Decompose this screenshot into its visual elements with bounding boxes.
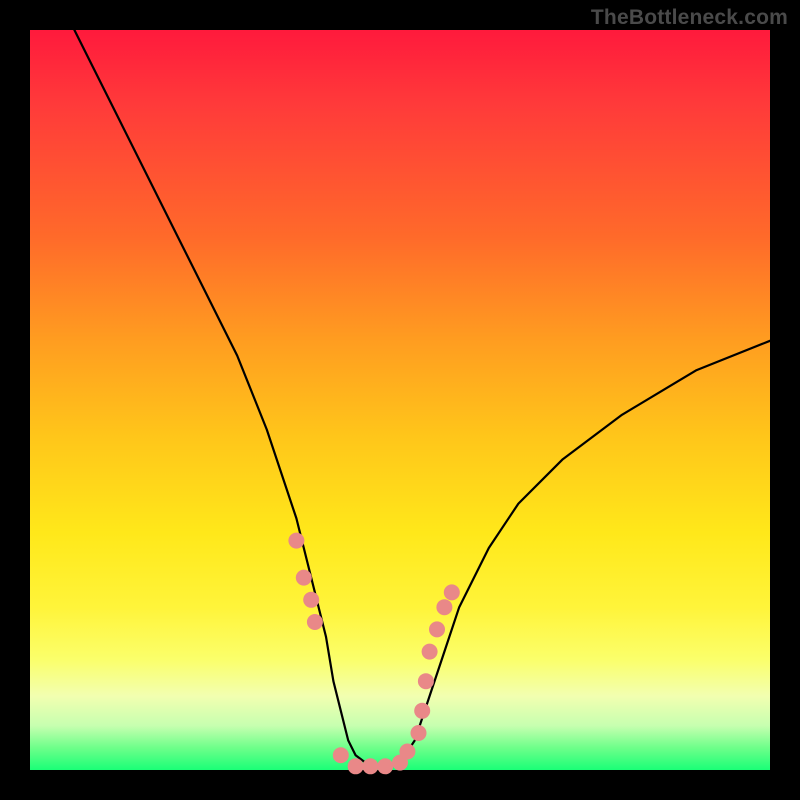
highlight-dot xyxy=(296,570,312,586)
chart-svg xyxy=(30,30,770,770)
highlight-dot xyxy=(429,621,445,637)
highlight-dot xyxy=(307,614,323,630)
highlight-dot xyxy=(414,703,430,719)
highlight-dot xyxy=(288,533,304,549)
highlight-dot xyxy=(333,747,349,763)
chart-frame: TheBottleneck.com xyxy=(0,0,800,800)
highlight-dot xyxy=(411,725,427,741)
highlight-dot xyxy=(377,758,393,774)
highlight-dot xyxy=(436,599,452,615)
highlight-dot xyxy=(362,758,378,774)
bottleneck-curve xyxy=(74,30,770,766)
highlight-dot xyxy=(399,744,415,760)
highlight-dot xyxy=(422,644,438,660)
plot-area xyxy=(30,30,770,770)
highlight-dots-group xyxy=(288,533,459,775)
highlight-dot xyxy=(348,758,364,774)
highlight-dot xyxy=(303,592,319,608)
highlight-dot xyxy=(444,584,460,600)
highlight-dot xyxy=(418,673,434,689)
watermark-text: TheBottleneck.com xyxy=(591,6,788,30)
